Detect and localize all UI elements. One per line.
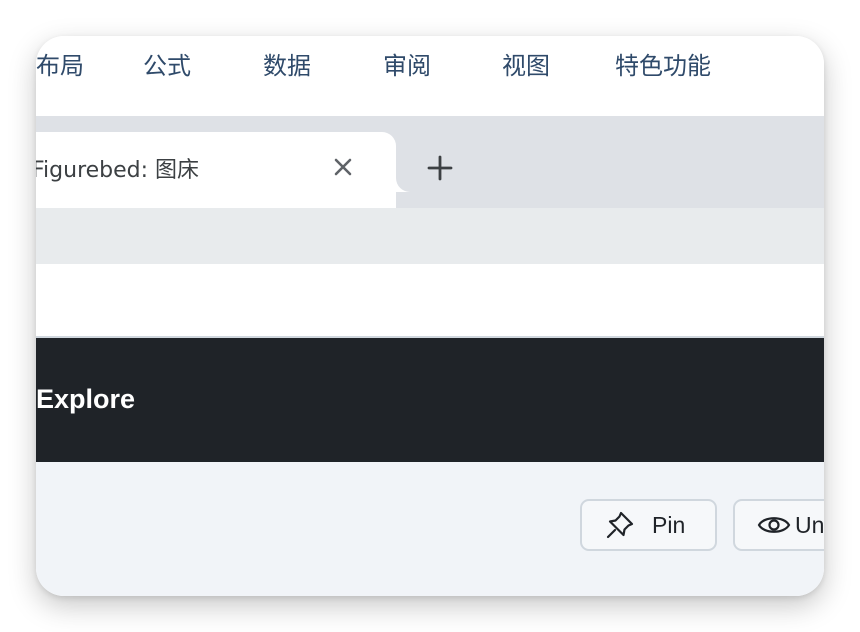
close-icon[interactable] xyxy=(326,150,360,184)
menu-item-data[interactable]: 数据 xyxy=(263,50,311,82)
eye-icon xyxy=(757,512,791,538)
menu-item-review[interactable]: 审阅 xyxy=(383,50,431,82)
explore-link[interactable]: Explore xyxy=(36,384,135,415)
tab-figurebed[interactable]: Figurebed: 图床 xyxy=(36,132,396,208)
menu-item-layout[interactable]: 布局 xyxy=(36,50,84,82)
menu-item-formula[interactable]: 公式 xyxy=(143,50,191,82)
plus-icon[interactable] xyxy=(419,147,461,189)
tab-corner xyxy=(396,178,410,192)
browser-window: 布局 公式 数据 审阅 视图 特色功能 Figurebed: 图床 Explor… xyxy=(36,36,824,596)
unwatch-button[interactable]: Un xyxy=(733,499,824,551)
pin-label: Pin xyxy=(652,511,686,538)
tab-strip: Figurebed: 图床 xyxy=(36,116,824,208)
menu-item-features[interactable]: 特色功能 xyxy=(615,50,711,82)
repo-actions-bar: Pin Un xyxy=(36,462,824,596)
tab-title: Figurebed: 图床 xyxy=(36,158,200,183)
browser-toolbar xyxy=(36,208,824,264)
pin-icon xyxy=(604,509,636,541)
site-header: Explore xyxy=(36,338,824,462)
app-menubar: 布局 公式 数据 审阅 视图 特色功能 xyxy=(36,36,824,117)
pin-button[interactable]: Pin xyxy=(580,499,717,551)
menu-item-view[interactable]: 视图 xyxy=(502,50,550,82)
unwatch-label: Un xyxy=(795,511,824,538)
page-top-area xyxy=(36,264,824,338)
